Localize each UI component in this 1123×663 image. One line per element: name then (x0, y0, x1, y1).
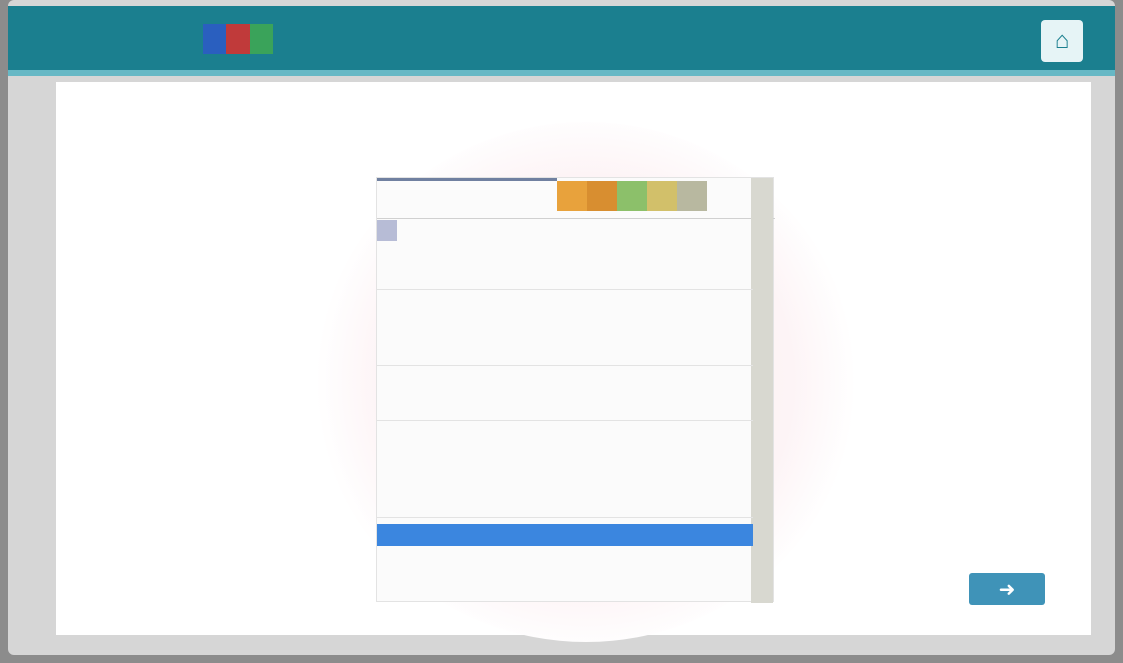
header-cell (677, 181, 707, 211)
row-separator (377, 517, 753, 518)
header-cell (647, 181, 677, 211)
header-cell (617, 181, 647, 211)
header-rule (377, 178, 557, 181)
table-row[interactable] (377, 262, 753, 283)
header-cells (557, 181, 707, 211)
table-row[interactable] (377, 241, 753, 262)
app-window: ⌂ ➜ (8, 0, 1115, 655)
main-content: ➜ (56, 82, 1091, 642)
brand-logo (203, 24, 273, 54)
next-button[interactable]: ➜ (969, 573, 1045, 605)
table-row[interactable] (377, 393, 753, 414)
table-row[interactable] (377, 469, 753, 490)
app-header: ⌂ (8, 6, 1115, 76)
table-row[interactable] (377, 546, 753, 567)
home-icon: ⌂ (1054, 27, 1070, 54)
row-separator (377, 420, 753, 421)
row-separator (377, 289, 753, 290)
total-column (751, 178, 773, 603)
table-row[interactable] (377, 220, 753, 241)
row-marker (377, 220, 397, 241)
table-row[interactable] (377, 448, 753, 469)
spreadsheet (376, 177, 775, 603)
header-cell (587, 181, 617, 211)
table-row[interactable] (377, 427, 753, 448)
sheet-rows (377, 220, 753, 567)
table-row[interactable] (377, 338, 753, 359)
row-separator (377, 365, 753, 366)
sheet-header (377, 178, 775, 219)
table-row[interactable] (377, 524, 753, 546)
table-row[interactable] (377, 372, 753, 393)
home-button[interactable]: ⌂ (1041, 20, 1083, 62)
table-row[interactable] (377, 490, 753, 511)
header-cell (557, 181, 587, 211)
table-row[interactable] (377, 317, 753, 338)
table-row[interactable] (377, 296, 753, 317)
arrow-right-icon: ➜ (998, 578, 1016, 601)
